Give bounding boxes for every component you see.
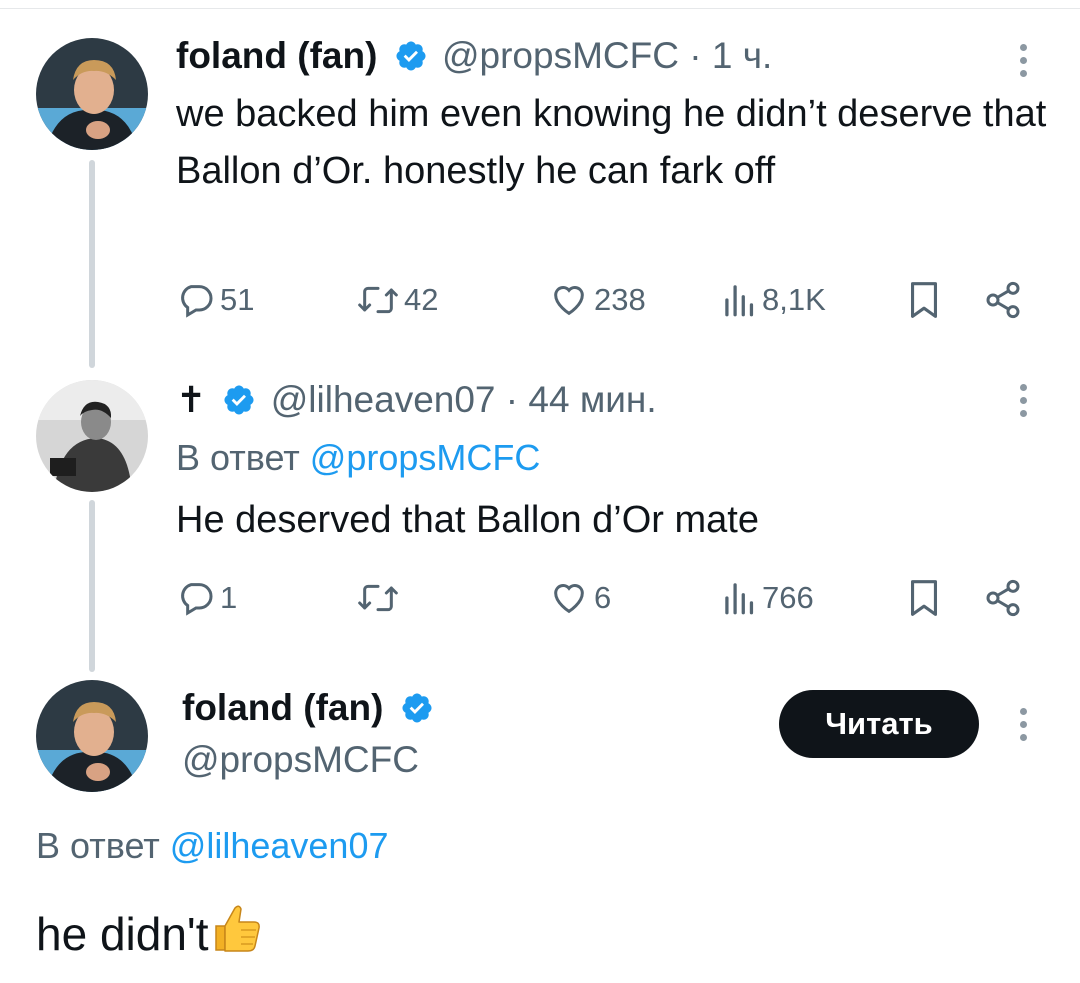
bookmark-icon <box>910 580 938 616</box>
tweet-header: foland (fan) @propsMCFC · 1 ч. <box>176 34 772 83</box>
retweet-button[interactable]: 42 <box>356 278 438 322</box>
reply-context: В ответ @propsMCFC <box>176 436 540 480</box>
views-count: 8,1K <box>762 282 826 317</box>
thread-line <box>89 500 95 672</box>
verified-icon <box>222 383 256 427</box>
views-button[interactable]: 766 <box>722 576 814 620</box>
like-icon <box>554 584 584 614</box>
author-handle[interactable]: @propsMCFC <box>182 736 419 784</box>
author-name[interactable]: ✝ <box>176 379 206 420</box>
separator: · <box>689 35 702 76</box>
retweet-count: 42 <box>404 282 439 317</box>
like-count: 238 <box>594 282 646 317</box>
tweet-actions: 51 42 238 8,1K <box>176 278 1036 322</box>
reply-context: В ответ @lilheaven07 <box>36 824 389 868</box>
like-count: 6 <box>594 580 612 615</box>
views-icon <box>725 583 754 615</box>
share-icon <box>986 281 1020 319</box>
retweet-icon <box>358 286 398 314</box>
views-icon <box>725 285 754 317</box>
verified-icon <box>394 39 428 83</box>
views-count: 766 <box>762 580 814 615</box>
reply-count: 1 <box>220 580 238 615</box>
timestamp[interactable]: 44 мин. <box>528 379 656 420</box>
reply-prefix: В ответ <box>36 825 160 866</box>
tweet-actions: 1 6 766 <box>176 576 1036 620</box>
more-icon[interactable] <box>1017 44 1029 84</box>
share-button[interactable] <box>982 576 1024 620</box>
reply-mention-link[interactable]: @propsMCFC <box>310 437 541 478</box>
tweet-text: He deserved that Ballon d’Or mate <box>176 499 759 541</box>
bookmark-button[interactable] <box>906 278 942 322</box>
bookmark-icon <box>910 282 938 318</box>
author-handle[interactable]: @lilheaven07 <box>271 379 496 420</box>
retweet-button[interactable] <box>356 576 404 620</box>
author-handle[interactable]: @propsMCFC <box>442 35 679 76</box>
more-icon[interactable] <box>1017 384 1029 424</box>
author-name-text: foland (fan) <box>182 687 384 728</box>
like-button[interactable]: 6 <box>548 576 611 620</box>
reply-icon <box>181 285 213 318</box>
more-icon[interactable] <box>1017 708 1029 748</box>
thread-line <box>89 160 95 368</box>
tweet-header: ✝ @lilheaven07 · 44 мин. <box>176 378 657 427</box>
views-button[interactable]: 8,1K <box>722 278 826 322</box>
reply-button[interactable]: 51 <box>176 278 254 322</box>
separator: · <box>505 379 519 420</box>
retweet-icon <box>358 584 398 612</box>
post-text: he didn't <box>36 900 264 970</box>
avatar[interactable] <box>36 380 148 492</box>
author-name[interactable]: foland (fan) <box>182 684 438 737</box>
like-button[interactable]: 238 <box>548 278 646 322</box>
verified-icon <box>400 689 434 737</box>
author-name[interactable]: foland (fan) <box>176 35 377 76</box>
reply-prefix: В ответ <box>176 437 300 478</box>
timestamp[interactable]: 1 ч. <box>712 35 772 76</box>
tweet-text: we backed him even knowing he didn’t des… <box>176 93 1047 192</box>
reply-button[interactable]: 1 <box>176 576 237 620</box>
share-icon <box>986 579 1020 617</box>
follow-button[interactable]: Читать <box>779 690 979 758</box>
reply-count: 51 <box>220 282 255 317</box>
reply-mention-link[interactable]: @lilheaven07 <box>170 825 389 866</box>
bookmark-button[interactable] <box>906 576 942 620</box>
top-divider <box>0 0 1080 9</box>
share-button[interactable] <box>982 278 1024 322</box>
post-text-content: he didn't <box>36 908 209 960</box>
like-icon <box>554 286 584 316</box>
avatar[interactable] <box>36 680 148 792</box>
thumbs-up-icon <box>208 900 264 970</box>
reply-icon <box>181 583 213 616</box>
avatar[interactable] <box>36 38 148 150</box>
